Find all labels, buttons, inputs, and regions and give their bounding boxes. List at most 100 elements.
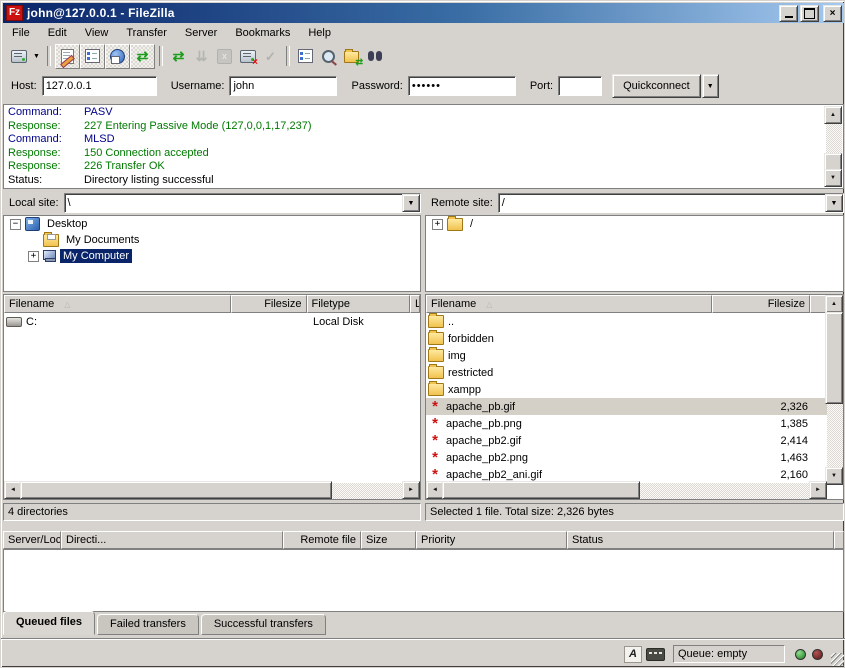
collapse-icon[interactable]: − bbox=[10, 219, 21, 230]
remote-site-combo[interactable]: / ▼ bbox=[498, 193, 844, 213]
folder-icon bbox=[428, 366, 444, 379]
data-type-icon[interactable]: A bbox=[624, 646, 642, 663]
queue-column-header[interactable] bbox=[834, 531, 844, 549]
log-line: Response:150 Connection accepted bbox=[6, 147, 825, 161]
tree-label[interactable]: My Documents bbox=[63, 233, 142, 247]
tree-label[interactable]: / bbox=[467, 217, 476, 231]
username-input[interactable] bbox=[229, 76, 337, 96]
password-input[interactable] bbox=[408, 76, 516, 96]
toolbar-separator bbox=[286, 46, 290, 66]
tree-item-my-documents[interactable]: My Documents bbox=[4, 232, 420, 248]
local-site-dropdown-icon[interactable]: ▼ bbox=[402, 194, 420, 212]
log-scroll-down[interactable]: ▼ bbox=[824, 169, 842, 187]
log-line: Response:227 Entering Passive Mode (127,… bbox=[6, 120, 825, 134]
port-input[interactable] bbox=[558, 76, 602, 96]
menu-bar: FileEditViewTransferServerBookmarksHelp bbox=[3, 23, 844, 43]
remote-file-row[interactable]: *apache_pb.gif 2,326 bbox=[426, 398, 827, 415]
log-line: Command:PASV bbox=[6, 106, 825, 120]
remote-file-row[interactable]: *img bbox=[426, 347, 827, 364]
remote-file-row[interactable]: *apache_pb2.png 1,463 bbox=[426, 449, 827, 466]
remote-scroll-up[interactable]: ▲ bbox=[825, 295, 843, 313]
toggle-message-log-button[interactable] bbox=[55, 44, 80, 69]
refresh-button[interactable]: ⇄ bbox=[167, 45, 190, 68]
queue-column-header[interactable]: Directi... bbox=[61, 531, 283, 549]
quickconnect-button[interactable]: Quickconnect bbox=[612, 74, 701, 98]
local-site-combo[interactable]: \ ▼ bbox=[64, 193, 421, 213]
column-header-lastmodified[interactable]: L bbox=[410, 295, 420, 313]
local-file-row[interactable]: C: Local Disk bbox=[4, 313, 420, 330]
column-header-filename[interactable]: Filename△ bbox=[4, 295, 231, 313]
column-header-filesize[interactable]: Filesize bbox=[712, 295, 810, 313]
remote-scroll-down[interactable]: ▼ bbox=[825, 467, 843, 485]
close-button[interactable]: × bbox=[823, 5, 842, 22]
queue-tab[interactable]: Failed transfers bbox=[97, 614, 199, 635]
tree-label[interactable]: Desktop bbox=[44, 217, 90, 231]
remote-file-row[interactable]: *xampp bbox=[426, 381, 827, 398]
local-directory-tree: − Desktop My Documents + My Computer bbox=[3, 215, 421, 292]
remote-file-row[interactable]: *apache_pb2.gif 2,414 bbox=[426, 432, 827, 449]
local-site-row: Local site: \ ▼ bbox=[3, 193, 421, 213]
file-name: xampp bbox=[448, 384, 481, 396]
queue-column-header[interactable]: Priority bbox=[416, 531, 567, 549]
password-label: Password: bbox=[351, 80, 402, 92]
toggle-transfer-queue-button[interactable]: ⇄ bbox=[130, 44, 155, 69]
tree-item-desktop[interactable]: − Desktop bbox=[4, 216, 420, 232]
speed-limits-icon[interactable] bbox=[646, 648, 665, 661]
expand-icon[interactable]: + bbox=[28, 251, 39, 262]
maximize-button[interactable] bbox=[800, 5, 819, 22]
remote-vscroll-thumb[interactable] bbox=[825, 312, 843, 404]
queue-column-header[interactable]: Status bbox=[567, 531, 834, 549]
process-queue-icon: ⇊ bbox=[196, 49, 208, 63]
menu-item[interactable]: Edit bbox=[39, 24, 76, 42]
column-header-filetype[interactable]: Filetype bbox=[307, 295, 411, 313]
synchronized-browsing-button[interactable]: ⇄ bbox=[340, 45, 363, 68]
queue-list[interactable] bbox=[3, 549, 844, 612]
menu-item[interactable]: Server bbox=[176, 24, 226, 42]
menu-item[interactable]: View bbox=[76, 24, 118, 42]
remote-file-row[interactable]: *restricted bbox=[426, 364, 827, 381]
local-hscroll-thumb[interactable] bbox=[20, 481, 332, 499]
remote-site-dropdown-icon[interactable]: ▼ bbox=[825, 194, 843, 212]
menu-item[interactable]: Bookmarks bbox=[226, 24, 299, 42]
minimize-button[interactable] bbox=[779, 5, 798, 22]
tree-item-my-computer[interactable]: + My Computer bbox=[4, 248, 420, 264]
expand-icon[interactable]: + bbox=[432, 219, 443, 230]
reconnect-button[interactable]: ✓ bbox=[259, 45, 282, 68]
message-log-text[interactable]: Command:PASV Response:227 Entering Passi… bbox=[6, 106, 825, 187]
site-manager-button[interactable] bbox=[7, 45, 30, 68]
file-name: apache_pb.png bbox=[446, 418, 522, 430]
toggle-local-tree-button[interactable] bbox=[80, 44, 105, 69]
toggle-remote-tree-button[interactable] bbox=[105, 44, 130, 69]
site-manager-dropdown[interactable]: ▼ bbox=[30, 45, 43, 68]
menu-item[interactable]: Transfer bbox=[117, 24, 176, 42]
process-queue-button[interactable]: ⇊ bbox=[190, 45, 213, 68]
file-search-button[interactable] bbox=[317, 45, 340, 68]
remote-hscroll-thumb[interactable] bbox=[442, 481, 640, 499]
column-header-filename[interactable]: Filename△ bbox=[426, 295, 712, 313]
title-bar[interactable]: Fz john@127.0.0.1 - FileZilla × bbox=[3, 3, 844, 23]
tree-label-selected[interactable]: My Computer bbox=[60, 249, 132, 263]
queue-column-header[interactable]: Remote file bbox=[283, 531, 361, 549]
remote-file-row[interactable]: *apache_pb.png 1,385 bbox=[426, 415, 827, 432]
queue-column-header[interactable]: Size bbox=[361, 531, 416, 549]
resize-grip[interactable] bbox=[831, 653, 844, 666]
queue-tab[interactable]: Queued files bbox=[3, 611, 95, 635]
host-input[interactable] bbox=[42, 76, 157, 96]
directory-comparison-button[interactable] bbox=[363, 45, 386, 68]
cancel-operation-button[interactable]: x bbox=[213, 45, 236, 68]
filter-button[interactable] bbox=[294, 45, 317, 68]
menu-item[interactable]: File bbox=[3, 24, 39, 42]
menu-item[interactable]: Help bbox=[299, 24, 340, 42]
queue-tab[interactable]: Successful transfers bbox=[201, 614, 326, 635]
local-scroll-right[interactable]: ► bbox=[402, 481, 420, 499]
queue-column-header[interactable]: Server/Local file bbox=[3, 531, 61, 549]
quickconnect-dropdown[interactable]: ▼ bbox=[702, 74, 719, 98]
remote-scroll-right[interactable]: ► bbox=[809, 481, 827, 499]
log-scroll-up[interactable]: ▲ bbox=[824, 106, 842, 124]
remote-file-row[interactable]: *.. bbox=[426, 313, 827, 330]
log-line-type: Response: bbox=[6, 120, 84, 134]
column-header-filesize[interactable]: Filesize bbox=[231, 295, 307, 313]
disconnect-button[interactable]: × bbox=[236, 45, 259, 68]
remote-file-row[interactable]: *forbidden bbox=[426, 330, 827, 347]
tree-item-root[interactable]: + / bbox=[426, 216, 843, 232]
